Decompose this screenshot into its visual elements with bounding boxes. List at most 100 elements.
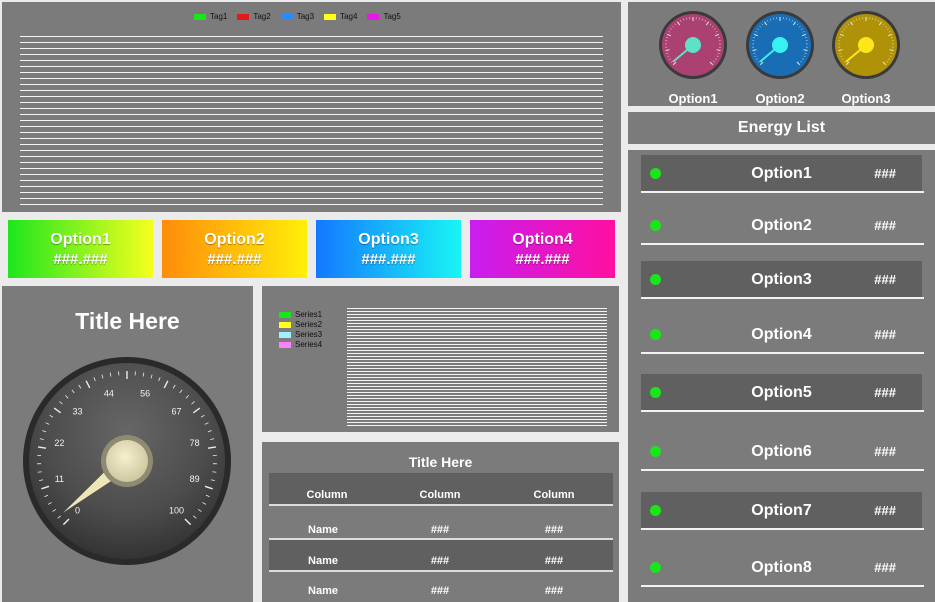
- gauge-tick-label: 67: [171, 407, 181, 417]
- series-chart-plot-area: [347, 308, 607, 428]
- legend-swatch: [279, 321, 291, 328]
- table-row[interactable]: Name ### ###: [269, 574, 613, 602]
- row-divider: [641, 243, 924, 245]
- energy-list-title: Energy List: [737, 119, 826, 136]
- row-divider: [641, 352, 924, 354]
- energy-item-option2[interactable]: Option2 ###: [641, 207, 924, 245]
- table-cell: Name: [308, 585, 338, 597]
- column-header[interactable]: Column: [504, 489, 604, 501]
- small-gauge-option1[interactable]: Option1: [655, 10, 731, 106]
- big-gauge-dial: 0 11 22 33 44 56 67 78 89 100: [23, 357, 231, 565]
- energy-item-option5[interactable]: Option5 ###: [641, 374, 924, 412]
- small-gauge-option2[interactable]: Option2: [742, 10, 818, 106]
- column-header[interactable]: Column: [390, 489, 490, 501]
- gauge-tick: [212, 471, 217, 473]
- tile-label: Option4: [512, 230, 573, 248]
- legend-swatch: [280, 13, 293, 20]
- big-gauge-panel: Title Here 0 11 22 33 44 56 67 78 89 100: [2, 286, 253, 602]
- legend-swatch: [237, 13, 250, 20]
- legend-swatch: [324, 13, 337, 20]
- gauge-tick-label: 33: [72, 407, 82, 417]
- legend-swatch: [279, 311, 291, 318]
- energy-item-option3[interactable]: Option3 ###: [641, 261, 924, 299]
- row-divider: [641, 191, 924, 193]
- legend-label: Tag5: [383, 12, 401, 21]
- table-cell: ###: [544, 524, 564, 536]
- energy-item-value: ###: [874, 444, 896, 459]
- small-gauge-label: Option1: [668, 91, 718, 106]
- energy-item-option7[interactable]: Option7 ###: [641, 492, 924, 530]
- table-cell: ###: [430, 524, 450, 536]
- legend-label: Tag3: [296, 12, 315, 21]
- small-gauge-option3[interactable]: Option3: [828, 10, 904, 106]
- trend-chart-panel: Tag1 Tag2 Tag3 Tag4 Tag5: [2, 2, 621, 212]
- legend-swatch: [367, 13, 380, 20]
- legend-swatch: [194, 13, 206, 20]
- gauge-hub: [106, 440, 148, 482]
- trend-chart-legend: Tag1 Tag2 Tag3 Tag4 Tag5: [194, 12, 401, 21]
- gauge-tick-label: 0: [75, 505, 80, 515]
- tile-option3[interactable]: Option3 ###.###: [316, 220, 461, 278]
- gauge-tick: [37, 471, 42, 473]
- gauge-hub: [772, 37, 788, 53]
- energy-list-header: Energy List: [628, 112, 935, 144]
- energy-item-value: ###: [874, 272, 896, 287]
- table-divider: [269, 504, 613, 506]
- tile-option1[interactable]: Option1 ###.###: [8, 220, 153, 278]
- gauge-tick-label: 56: [140, 388, 150, 398]
- row-divider: [641, 585, 924, 587]
- energy-item-option6[interactable]: Option6 ###: [641, 433, 924, 471]
- row-divider: [641, 297, 924, 299]
- energy-item-option8[interactable]: Option8 ###: [641, 549, 924, 587]
- small-gauge-dial: [746, 11, 814, 79]
- energy-item-value: ###: [874, 218, 896, 233]
- table-row[interactable]: Name ### ###: [269, 538, 613, 571]
- small-gauge-label: Option2: [755, 91, 805, 106]
- legend-item-tag1: Tag1: [194, 12, 227, 21]
- table-divider: [269, 570, 613, 572]
- gauge-tick-label: 78: [190, 438, 200, 448]
- legend-label: Series2: [295, 320, 323, 329]
- tile-option2[interactable]: Option2 ###.###: [162, 220, 307, 278]
- tile-value: ###.###: [53, 250, 108, 268]
- tile-label: Option3: [358, 230, 419, 248]
- energy-item-value: ###: [874, 166, 896, 181]
- gauge-tick-label: 22: [54, 438, 64, 448]
- legend-item-tag3: Tag3: [280, 12, 315, 21]
- row-divider: [641, 528, 924, 530]
- gauge-tick-label: 11: [55, 474, 64, 484]
- trend-chart-plot-area: [20, 36, 603, 208]
- energy-item-value: ###: [874, 560, 896, 575]
- legend-item-tag4: Tag4: [324, 12, 357, 21]
- table-cell: ###: [544, 555, 564, 567]
- row-divider: [641, 410, 924, 412]
- legend-label: Series4: [295, 340, 323, 349]
- column-header[interactable]: Column: [277, 489, 377, 501]
- energy-item-value: ###: [874, 385, 896, 400]
- legend-item-tag2: Tag2: [237, 12, 271, 21]
- energy-item-value: ###: [874, 327, 896, 342]
- tile-label: Option1: [50, 230, 111, 248]
- legend-item-series4: Series4: [279, 340, 322, 349]
- legend-label: Tag1: [210, 12, 228, 21]
- table-cell: Name: [308, 555, 338, 567]
- tile-value: ###.###: [361, 250, 416, 268]
- energy-item-option1[interactable]: Option1 ###: [641, 155, 924, 193]
- table-header: Column Column Column: [269, 473, 613, 504]
- small-gauge-dial: [659, 11, 727, 79]
- small-gauge-dial: [832, 11, 900, 79]
- legend-item-tag5: Tag5: [367, 12, 401, 21]
- table-cell: ###: [544, 585, 564, 597]
- table-cell: ###: [430, 555, 450, 567]
- legend-swatch: [279, 341, 291, 348]
- small-gauge-label: Option3: [841, 91, 891, 106]
- legend-label: Series1: [295, 310, 323, 319]
- tile-option4[interactable]: Option4 ###.###: [470, 220, 615, 278]
- series-chart-panel: Series1 Series2 Series3 Series4: [262, 286, 619, 432]
- energy-item-option4[interactable]: Option4 ###: [641, 316, 924, 354]
- gauge-tick-label: 44: [104, 388, 114, 398]
- row-divider: [641, 469, 924, 471]
- legend-label: Tag2: [253, 12, 271, 21]
- tile-value: ###.###: [207, 250, 262, 268]
- legend-item-series2: Series2: [279, 320, 322, 329]
